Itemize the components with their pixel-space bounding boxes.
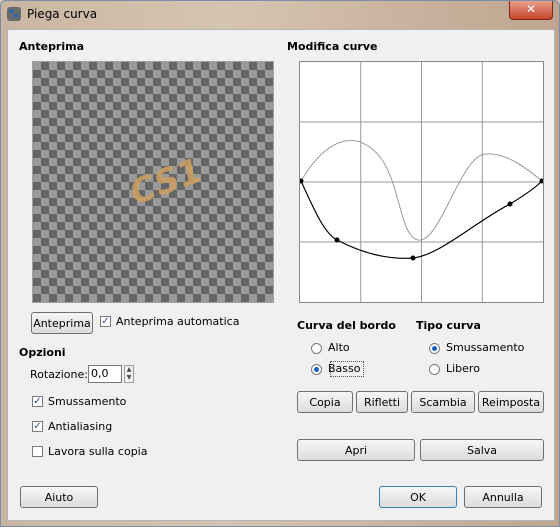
- control-point: [334, 237, 340, 243]
- close-icon: ✕: [525, 2, 537, 16]
- curve-type-smooth-radio[interactable]: [429, 343, 440, 354]
- smoothing-checkbox[interactable]: ✓: [32, 396, 43, 407]
- auto-preview-label: Anteprima automatica: [116, 315, 240, 328]
- rotation-label: Rotazione:: [30, 368, 88, 381]
- auto-preview-checkbox[interactable]: ✓: [100, 316, 111, 327]
- rotation-spinner[interactable]: ▲ ▼: [124, 365, 134, 383]
- curve-editor[interactable]: [298, 61, 545, 303]
- options-section-title: Opzioni: [19, 346, 66, 359]
- work-on-copy-label: Lavora sulla copia: [48, 445, 148, 458]
- mirror-button[interactable]: Rifletti: [356, 391, 408, 413]
- curve-type-section-title: Tipo curva: [416, 319, 481, 332]
- open-button[interactable]: Apri: [297, 439, 415, 461]
- curves-section-title: Modifica curve: [287, 40, 378, 53]
- curve-type-free-label: Libero: [446, 362, 480, 375]
- title-bar[interactable]: 🐾 Piega curva ✕: [1, 1, 559, 27]
- edge-bottom-radio[interactable]: [311, 364, 322, 375]
- preview-artwork: CS1: [127, 149, 205, 215]
- dialog-client-area: Anteprima CS1 Anteprima ✓ Anteprima auto…: [7, 29, 555, 521]
- swap-button[interactable]: Scambia: [411, 391, 475, 413]
- antialiasing-checkbox[interactable]: ✓: [32, 421, 43, 432]
- antialiasing-label: Antialiasing: [48, 420, 113, 433]
- curve-grid: [300, 62, 543, 302]
- close-button[interactable]: ✕: [509, 1, 553, 20]
- preview-button[interactable]: Anteprima: [31, 312, 93, 334]
- edge-section-title: Curva del bordo: [297, 319, 396, 332]
- work-on-copy-checkbox[interactable]: [32, 446, 43, 457]
- edge-top-radio[interactable]: [311, 343, 322, 354]
- preview-section-title: Anteprima: [19, 40, 85, 53]
- curve-graph[interactable]: [298, 62, 545, 302]
- help-button[interactable]: Aiuto: [20, 486, 98, 508]
- copy-button[interactable]: Copia: [297, 391, 353, 413]
- reset-button[interactable]: Reimposta: [478, 391, 544, 413]
- gimp-icon: 🐾: [7, 7, 21, 21]
- smoothing-label: Smussamento: [48, 395, 127, 408]
- ok-button[interactable]: OK: [379, 486, 457, 508]
- control-point: [410, 255, 416, 261]
- curve-type-free-radio[interactable]: [429, 364, 440, 375]
- control-point: [507, 201, 513, 207]
- save-button[interactable]: Salva: [420, 439, 544, 461]
- edge-top-label: Alto: [328, 341, 350, 354]
- control-point: [298, 178, 304, 184]
- curve-type-smooth-label: Smussamento: [446, 341, 525, 354]
- cancel-button[interactable]: Annulla: [464, 486, 542, 508]
- preview-canvas: CS1: [32, 61, 274, 303]
- window-title: Piega curva: [27, 7, 98, 21]
- dialog-window: 🐾 Piega curva ✕ Anteprima CS1 Anteprima …: [0, 0, 560, 527]
- edge-bottom-label: Basso: [328, 362, 361, 375]
- rotation-input[interactable]: 0,0: [88, 365, 122, 383]
